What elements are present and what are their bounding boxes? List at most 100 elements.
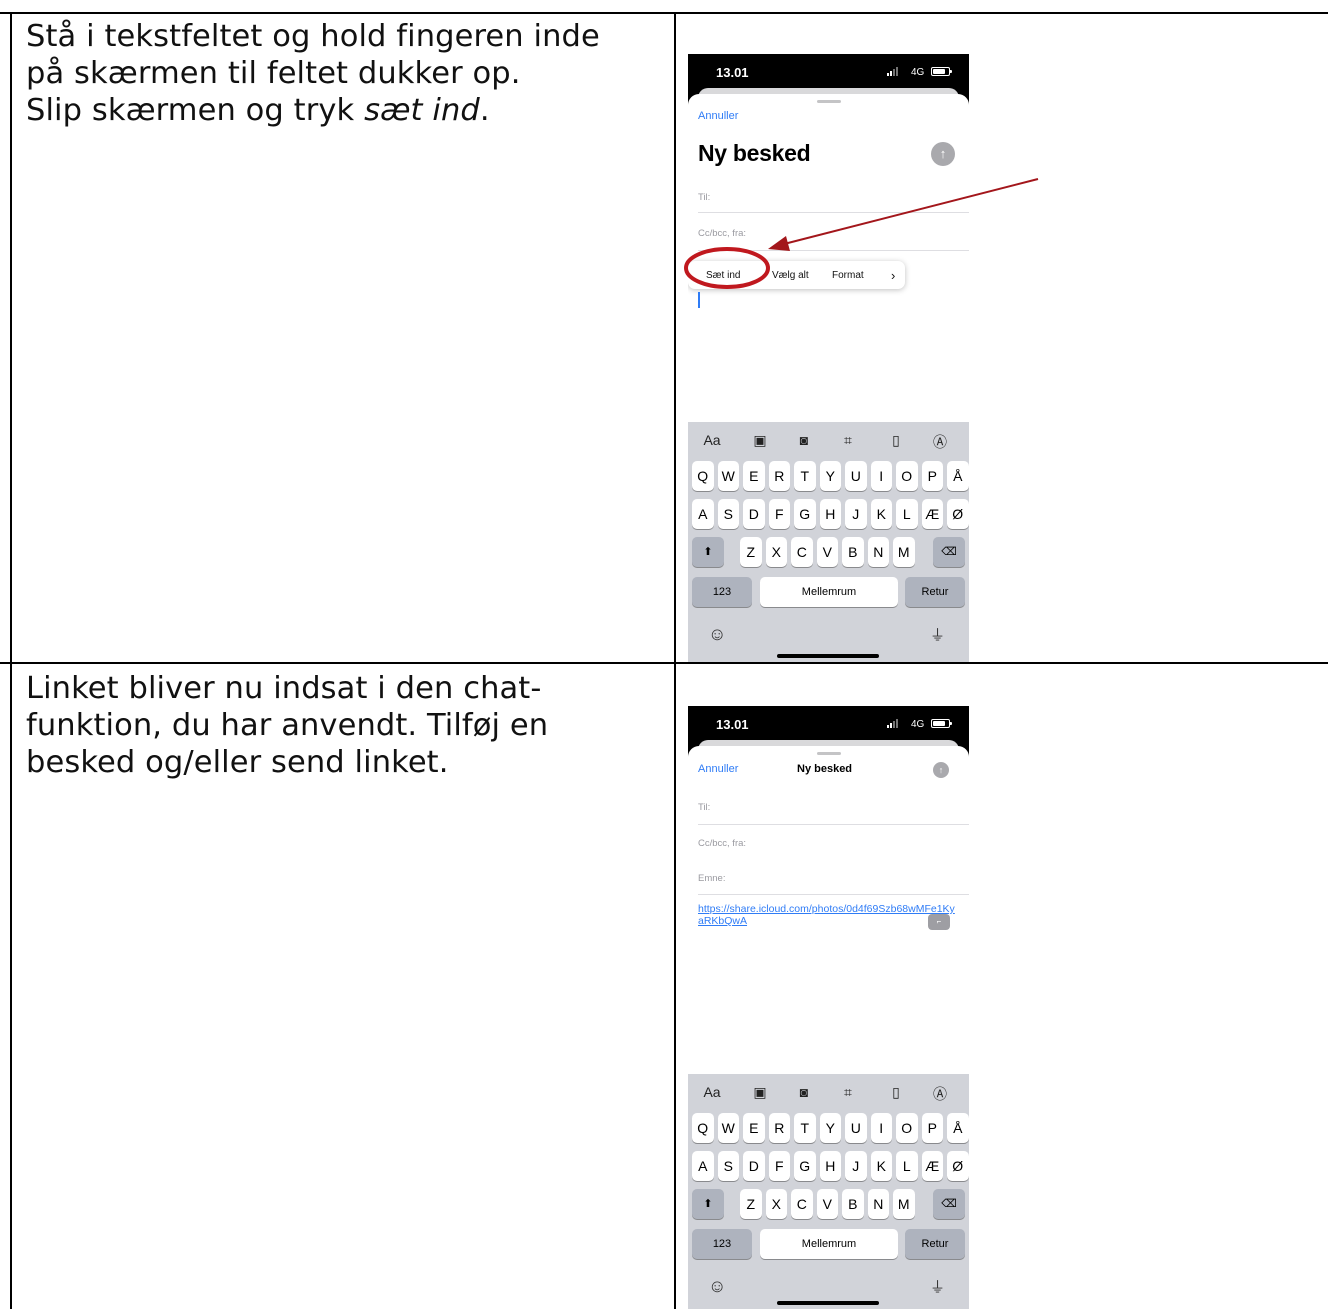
scan-icon[interactable]: ⌗ — [835, 1084, 861, 1101]
key-u[interactable]: U — [845, 1113, 867, 1143]
key-h[interactable]: H — [819, 1151, 841, 1181]
return-key[interactable]: Retur — [905, 1229, 965, 1259]
key-a[interactable]: A — [692, 499, 714, 529]
file-icon[interactable]: ▯ — [883, 1084, 909, 1101]
to-field-label[interactable]: Til: — [698, 192, 710, 203]
key-u[interactable]: U — [845, 461, 867, 491]
key-f[interactable]: F — [768, 1151, 790, 1181]
key-r[interactable]: R — [768, 461, 790, 491]
key-o[interactable]: O — [896, 1113, 918, 1143]
send-button[interactable]: ↑ — [931, 142, 955, 166]
key-z[interactable]: Z — [740, 1189, 762, 1219]
cancel-button[interactable]: Annuller — [698, 110, 738, 122]
key-x[interactable]: X — [765, 1189, 787, 1219]
key-å[interactable]: Å — [947, 461, 969, 491]
key-w[interactable]: W — [717, 1113, 739, 1143]
key-y[interactable]: Y — [819, 1113, 841, 1143]
space-key[interactable]: Mellemrum — [760, 577, 898, 607]
key-e[interactable]: E — [743, 461, 765, 491]
backspace-key[interactable]: ⌫ — [933, 1189, 965, 1219]
key-a[interactable]: A — [692, 1151, 714, 1181]
camera-icon[interactable]: ◙ — [791, 1084, 817, 1100]
markup-icon[interactable]: Ⓐ — [927, 1084, 953, 1104]
pasted-link[interactable]: https://share.icloud.com/photos/0d4f69Sz… — [698, 903, 960, 927]
microphone-icon[interactable]: ⏚ — [930, 624, 945, 645]
space-key[interactable]: Mellemrum — [760, 1229, 898, 1259]
key-t[interactable]: T — [794, 1113, 816, 1143]
key-w[interactable]: W — [717, 461, 739, 491]
menu-more-chevron-icon[interactable]: › — [891, 268, 895, 283]
key-t[interactable]: T — [794, 461, 816, 491]
key-n[interactable]: N — [867, 537, 889, 567]
photo-icon[interactable]: ▣ — [747, 432, 773, 449]
key-o[interactable]: O — [896, 461, 918, 491]
key-m[interactable]: M — [893, 537, 915, 567]
markup-icon[interactable]: Ⓐ — [927, 432, 953, 452]
key-z[interactable]: Z — [740, 537, 762, 567]
key-b[interactable]: B — [842, 1189, 864, 1219]
key-v[interactable]: V — [816, 1189, 838, 1219]
cancel-button[interactable]: Annuller — [698, 763, 738, 775]
photo-icon[interactable]: ▣ — [747, 1084, 773, 1101]
sheet-grabber[interactable] — [817, 100, 841, 103]
send-button[interactable]: ↑ — [933, 762, 949, 778]
key-x[interactable]: X — [765, 537, 787, 567]
key-k[interactable]: K — [870, 1151, 892, 1181]
key-m[interactable]: M — [893, 1189, 915, 1219]
key-j[interactable]: J — [845, 499, 867, 529]
cc-field-label[interactable]: Cc/bcc, fra: — [698, 228, 746, 239]
key-v[interactable]: V — [816, 537, 838, 567]
key-g[interactable]: G — [794, 499, 816, 529]
key-c[interactable]: C — [791, 537, 813, 567]
key-ø[interactable]: Ø — [947, 1151, 969, 1181]
key-y[interactable]: Y — [819, 461, 841, 491]
menu-format[interactable]: Format — [832, 270, 864, 281]
scan-icon[interactable]: ⌗ — [835, 432, 861, 449]
shift-key[interactable]: ⬆ — [692, 537, 724, 567]
sheet-grabber[interactable] — [817, 752, 841, 755]
key-p[interactable]: P — [921, 461, 943, 491]
text-format-icon[interactable]: Aa — [699, 432, 725, 448]
to-field-label[interactable]: Til: — [698, 802, 710, 813]
menu-paste[interactable]: Sæt ind — [706, 270, 740, 281]
key-n[interactable]: N — [867, 1189, 889, 1219]
emoji-icon[interactable]: ☺ — [708, 1276, 726, 1297]
key-å[interactable]: Å — [947, 1113, 969, 1143]
key-æ[interactable]: Æ — [921, 499, 943, 529]
key-l[interactable]: L — [896, 499, 918, 529]
key-q[interactable]: Q — [692, 461, 714, 491]
link-preview-chip[interactable]: ⌐ — [928, 914, 950, 930]
emoji-icon[interactable]: ☺ — [708, 624, 726, 645]
key-b[interactable]: B — [842, 537, 864, 567]
key-e[interactable]: E — [743, 1113, 765, 1143]
key-æ[interactable]: Æ — [921, 1151, 943, 1181]
key-ø[interactable]: Ø — [947, 499, 969, 529]
shift-key[interactable]: ⬆ — [692, 1189, 724, 1219]
camera-icon[interactable]: ◙ — [791, 432, 817, 448]
microphone-icon[interactable]: ⏚ — [930, 1276, 945, 1297]
key-c[interactable]: C — [791, 1189, 813, 1219]
key-s[interactable]: S — [717, 1151, 739, 1181]
key-i[interactable]: I — [870, 461, 892, 491]
cc-field-label[interactable]: Cc/bcc, fra: — [698, 838, 746, 849]
key-l[interactable]: L — [896, 1151, 918, 1181]
key-f[interactable]: F — [768, 499, 790, 529]
key-i[interactable]: I — [870, 1113, 892, 1143]
key-k[interactable]: K — [870, 499, 892, 529]
key-p[interactable]: P — [921, 1113, 943, 1143]
key-s[interactable]: S — [717, 499, 739, 529]
backspace-key[interactable]: ⌫ — [933, 537, 965, 567]
key-d[interactable]: D — [743, 1151, 765, 1181]
key-j[interactable]: J — [845, 1151, 867, 1181]
key-q[interactable]: Q — [692, 1113, 714, 1143]
menu-select-all[interactable]: Vælg alt — [772, 270, 809, 281]
subject-field-label[interactable]: Emne: — [698, 873, 725, 884]
numbers-key[interactable]: 123 — [692, 1229, 752, 1259]
file-icon[interactable]: ▯ — [883, 432, 909, 449]
key-h[interactable]: H — [819, 499, 841, 529]
key-r[interactable]: R — [768, 1113, 790, 1143]
text-format-icon[interactable]: Aa — [699, 1084, 725, 1100]
key-g[interactable]: G — [794, 1151, 816, 1181]
key-d[interactable]: D — [743, 499, 765, 529]
return-key[interactable]: Retur — [905, 577, 965, 607]
